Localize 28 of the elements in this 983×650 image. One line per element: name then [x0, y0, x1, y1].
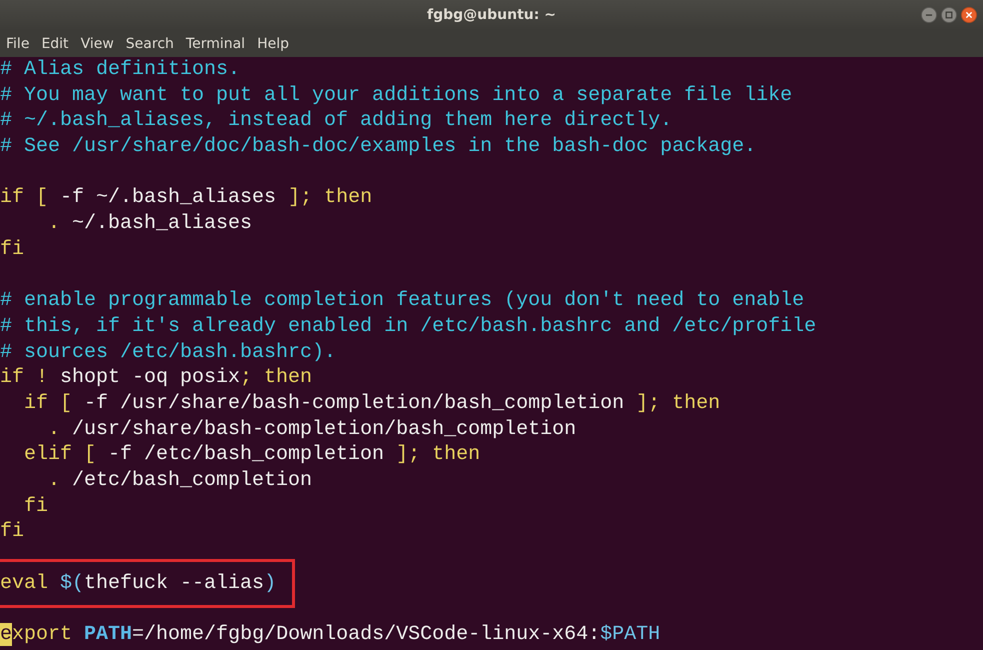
code-line: . /usr/share/bash-completion/bash_completion [47, 416, 578, 442]
menu-item[interactable]: Help [253, 34, 293, 54]
code-line: . ~/.bash_aliases [47, 211, 254, 237]
code-line: . /etc/bash_completion [47, 468, 314, 494]
menu-item[interactable]: Terminal [182, 34, 250, 54]
code-line: # See /usr/share/doc/bash-doc/examples in the bash-doc package. [0, 134, 758, 160]
code-line: # Alias definitions. [0, 57, 242, 83]
menu-item[interactable]: Edit [37, 34, 73, 54]
close-icon[interactable] [961, 7, 977, 23]
window-title: fgbg@ubuntu: ~ [427, 7, 556, 23]
menu-item[interactable]: View [76, 34, 118, 54]
code-line: # You may want to put all your additions into a separate file like [0, 82, 794, 108]
code-line: if [ -f ~/.bash_aliases ]; then [0, 185, 374, 212]
code-line: eval $(thefuck --alias) [0, 570, 276, 596]
code-line: export PATH=/home/fgbg/Downloads/VSCode-linux-x64:$PATH [0, 622, 662, 648]
minimize-icon[interactable] [921, 7, 937, 23]
code-line: if ! shopt -oq posix; then [0, 365, 314, 391]
menu-item[interactable]: Search [122, 34, 178, 54]
code-line: # ~/.bash_aliases, instead of adding them here directly. [0, 108, 674, 134]
code-line: fi [23, 494, 50, 520]
code-line: fi [0, 519, 26, 546]
code-line: elif [ -f /etc/bash_completion ]; then [23, 442, 482, 468]
code-line: # enable programmable completion features (you don't need to enable [0, 288, 806, 314]
code-line: fi [0, 236, 26, 262]
code-line: # sources /etc/bash.bashrc). [0, 340, 338, 366]
code-line: if [ -f /usr/share/bash-completion/bash_completion ]; then [23, 390, 722, 417]
menu-item[interactable]: File [2, 34, 34, 54]
code-line: # this, if it's already enabled in /etc/bash.bashrc and /etc/profile [0, 314, 818, 340]
